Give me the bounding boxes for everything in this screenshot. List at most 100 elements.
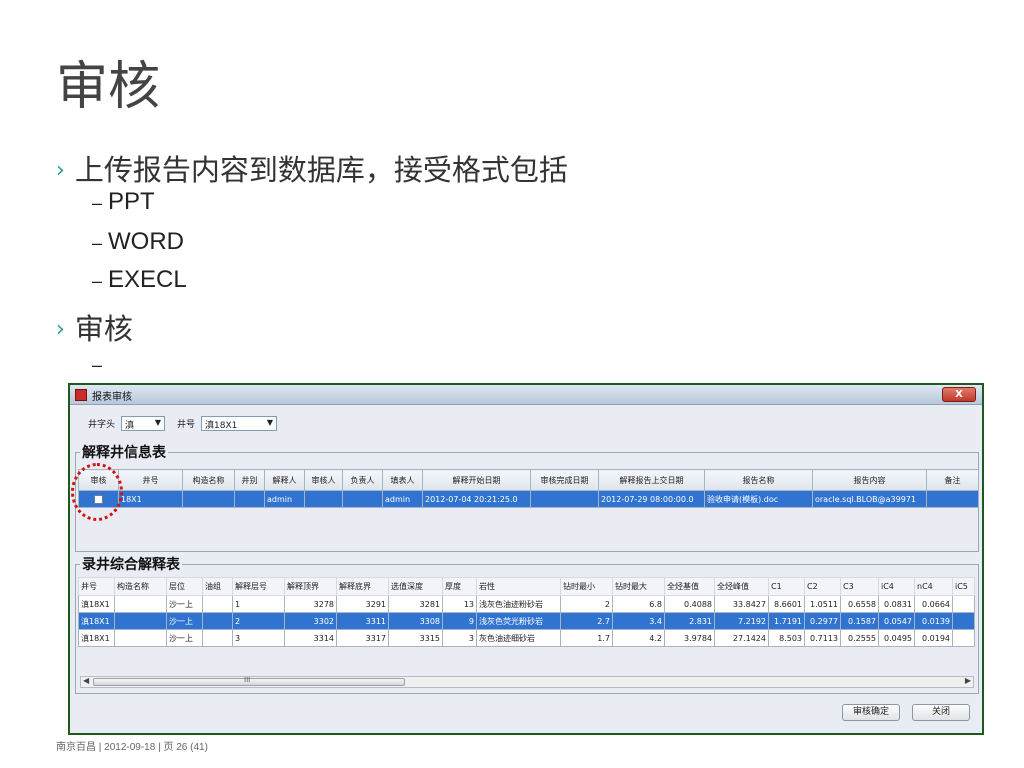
table-cell[interactable]	[114, 629, 167, 647]
table-cell[interactable]: 0.1587	[840, 612, 879, 630]
table-cell[interactable]: 3.4	[612, 612, 665, 630]
column-header[interactable]: 备注	[926, 469, 979, 491]
table-cell[interactable]: 0.7113	[804, 629, 841, 647]
column-header[interactable]: 解释开始日期	[422, 469, 531, 491]
table-cell[interactable]: 0.2555	[840, 629, 879, 647]
table-cell[interactable]: 沙一上	[166, 612, 203, 630]
table-cell[interactable]: 3317	[336, 629, 389, 647]
table-cell[interactable]: 1	[232, 595, 285, 613]
table-cell[interactable]: 2	[560, 595, 613, 613]
column-header[interactable]: C1	[768, 577, 805, 596]
window-close-button[interactable]: X	[942, 387, 976, 402]
table-cell[interactable]: 1.7191	[768, 612, 805, 630]
table-cell[interactable]: admin	[382, 490, 423, 508]
column-header[interactable]: 报告名称	[704, 469, 813, 491]
table-cell[interactable]: 2012-07-04 20:21:25.0	[422, 490, 531, 508]
table-row[interactable]: 滇18X1 沙一上 1 3278 3291 3281 13 浅灰色油迹粉砂岩 2 6.8 0.408…	[78, 595, 975, 613]
column-header[interactable]: 井号	[78, 577, 115, 596]
table-cell[interactable]: 3302	[284, 612, 337, 630]
table-cell[interactable]: 2.831	[664, 612, 715, 630]
table-cell[interactable]	[952, 612, 975, 630]
table-cell[interactable]: 3311	[336, 612, 389, 630]
column-header[interactable]: 构造名称	[182, 469, 235, 491]
table-cell[interactable]: 1.0511	[804, 595, 841, 613]
column-header[interactable]: 构造名称	[114, 577, 167, 596]
table-cell[interactable]: 3314	[284, 629, 337, 647]
table-cell[interactable]: 2.7	[560, 612, 613, 630]
table-cell[interactable]	[202, 629, 233, 647]
table-cell[interactable]	[202, 595, 233, 613]
column-header[interactable]: 全烃基值	[664, 577, 715, 596]
confirm-review-button[interactable]: 审核确定	[842, 704, 900, 721]
table-cell[interactable]: 8.6601	[768, 595, 805, 613]
table-cell[interactable]: 3281	[388, 595, 443, 613]
table-cell[interactable]: 滇18X1	[78, 612, 115, 630]
table-cell[interactable]	[234, 490, 265, 508]
dialog-titlebar[interactable]: 报表审核 X	[70, 385, 982, 405]
column-header[interactable]: 解释顶界	[284, 577, 337, 596]
column-header[interactable]: 审核人	[304, 469, 343, 491]
table-cell[interactable]: 0.0194	[914, 629, 953, 647]
table-cell[interactable]: 27.1424	[714, 629, 769, 647]
table-cell[interactable]: 0.0139	[914, 612, 953, 630]
table-cell[interactable]	[182, 490, 235, 508]
table-row[interactable]: 18X1 admin admin 2012-07-04 20:21:25.0 2…	[78, 490, 979, 508]
table-row[interactable]: 滇18X1 沙一上 3 3314 3317 3315 3 灰色油迹细砂岩 1.7 4.2 3.978…	[78, 629, 975, 647]
well-select[interactable]: 滇18X1 ▼	[201, 416, 278, 431]
table-cell[interactable]: 3	[442, 629, 477, 647]
column-header[interactable]: 选值深度	[388, 577, 443, 596]
table-cell[interactable]: 滇18X1	[78, 595, 115, 613]
column-header[interactable]: 钻时最小	[560, 577, 613, 596]
table-cell[interactable]: 1.7	[560, 629, 613, 647]
table-cell[interactable]	[530, 490, 599, 508]
column-header[interactable]: 层位	[166, 577, 203, 596]
column-header[interactable]: 厚度	[442, 577, 477, 596]
scrollbar-thumb[interactable]: III	[93, 676, 405, 686]
well-head-select[interactable]: 滇 ▼	[121, 416, 166, 431]
column-header[interactable]: 解释底界	[336, 577, 389, 596]
column-header[interactable]: 钻时最大	[612, 577, 665, 596]
table-cell[interactable]: 3315	[388, 629, 443, 647]
column-header[interactable]: 报告内容	[812, 469, 927, 491]
column-header[interactable]: 油组	[202, 577, 233, 596]
close-button[interactable]: 关闭	[912, 704, 970, 721]
table-cell[interactable]: 沙一上	[166, 595, 203, 613]
scroll-left-icon[interactable]: ◀	[83, 676, 89, 685]
table-cell[interactable]: 3.9784	[664, 629, 715, 647]
column-header[interactable]: 井号	[118, 469, 183, 491]
table-cell[interactable]: 沙一上	[166, 629, 203, 647]
table-cell[interactable]: 7.2192	[714, 612, 769, 630]
table-cell[interactable]: 3278	[284, 595, 337, 613]
table-cell[interactable]: 灰色油迹细砂岩	[476, 629, 561, 647]
table-cell[interactable]: 验收申请(模板).doc	[704, 490, 813, 508]
table-cell[interactable]: 0.0664	[914, 595, 953, 613]
scroll-right-icon[interactable]: ▶	[965, 676, 971, 685]
column-header[interactable]: 填表人	[382, 469, 423, 491]
table-cell[interactable]: 6.8	[612, 595, 665, 613]
table-cell[interactable]	[114, 612, 167, 630]
table-cell[interactable]: 18X1	[118, 490, 183, 508]
table-row[interactable]: 滇18X1 沙一上 2 3302 3311 3308 9 浅灰色荧光粉砂岩 2.7 3.4 2.83…	[78, 612, 975, 630]
table-cell[interactable]: 0.0495	[878, 629, 915, 647]
column-header[interactable]: 解释人	[264, 469, 305, 491]
column-header[interactable]: 井别	[234, 469, 265, 491]
column-header[interactable]: C3	[840, 577, 879, 596]
table-cell[interactable]	[952, 595, 975, 613]
table-cell[interactable]: 13	[442, 595, 477, 613]
table-cell[interactable]: 2	[232, 612, 285, 630]
table-cell[interactable]: 0.0831	[878, 595, 915, 613]
table-cell[interactable]: 4.2	[612, 629, 665, 647]
table-cell[interactable]: 3	[232, 629, 285, 647]
table-cell[interactable]: 3308	[388, 612, 443, 630]
column-header[interactable]: nC4	[914, 577, 953, 596]
table-cell[interactable]: 浅灰色油迹粉砂岩	[476, 595, 561, 613]
column-header[interactable]: C2	[804, 577, 841, 596]
table-cell[interactable]: 8.503	[768, 629, 805, 647]
column-header[interactable]: 全烃峰值	[714, 577, 769, 596]
column-header[interactable]: 负责人	[342, 469, 383, 491]
table-cell[interactable]: 0.0547	[878, 612, 915, 630]
column-header[interactable]: 解释报告上交日期	[598, 469, 705, 491]
column-header[interactable]: iC5	[952, 577, 975, 596]
table-cell[interactable]: 滇18X1	[78, 629, 115, 647]
table-cell[interactable]: oracle.sql.BLOB@a39971	[812, 490, 927, 508]
